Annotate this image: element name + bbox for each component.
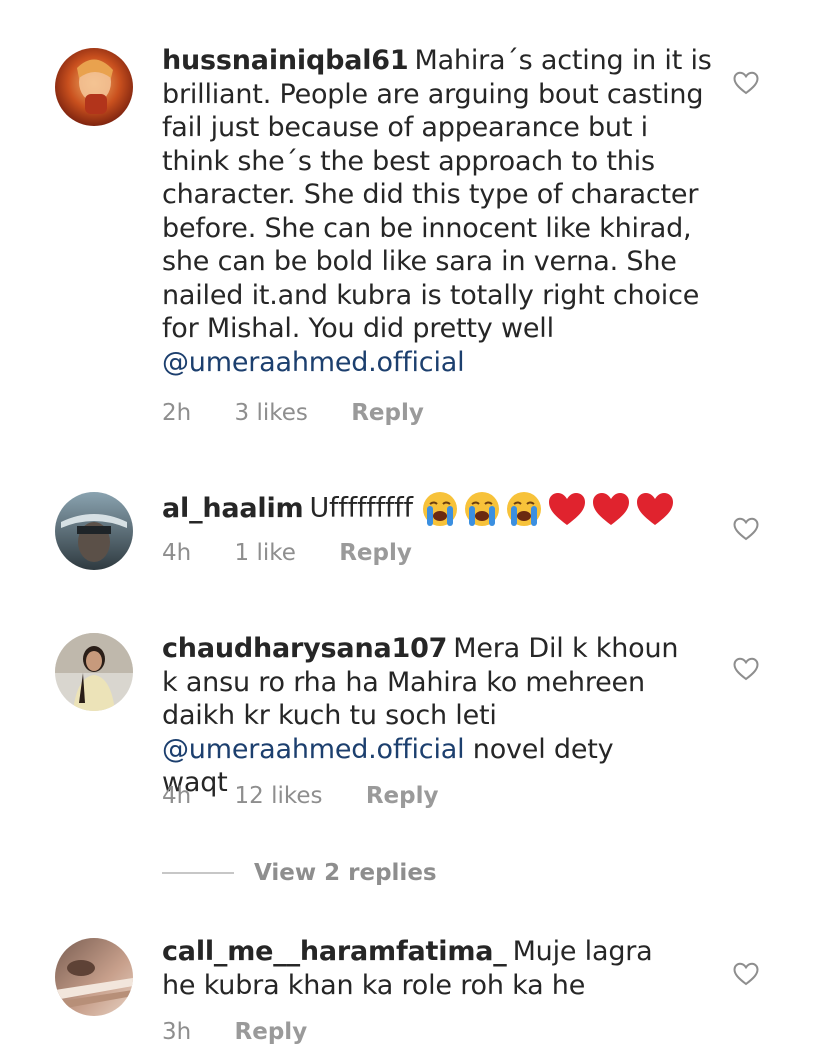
- comment-likes[interactable]: 3 likes: [235, 400, 308, 426]
- comment-text: chaudharysana107 Mera Dil k khoun k ansu …: [162, 632, 682, 800]
- comment-text: hussnainiqbal61 Mahira´s acting in it is …: [162, 44, 722, 379]
- view-replies-button[interactable]: View 2 replies: [162, 858, 437, 888]
- loudly-crying-face-icon: [423, 492, 458, 526]
- heart-outline-icon[interactable]: [733, 962, 759, 986]
- reply-button[interactable]: Reply: [351, 400, 424, 426]
- comment-body: Ufffffffff: [309, 492, 413, 524]
- loudly-crying-face-icon: [465, 492, 500, 526]
- comment-likes[interactable]: 1 like: [235, 540, 296, 566]
- comment-body: Mahira´s acting in it is brilliant. Peop…: [162, 45, 712, 344]
- comment-text: al_haalim Ufffffffff: [162, 490, 742, 528]
- view-replies-label[interactable]: View 2 replies: [254, 860, 437, 886]
- red-heart-icon: [593, 493, 630, 525]
- view-replies-divider: [162, 872, 234, 874]
- mention-link[interactable]: @umeraahmed.official: [162, 347, 465, 378]
- comment-meta: 4h 12 likes Reply: [162, 783, 475, 809]
- red-heart-icon: [637, 493, 674, 525]
- heart-outline-icon[interactable]: [733, 517, 759, 541]
- comment-text: call_me__haramfatima_ Muje lagra he kubra…: [162, 935, 682, 1002]
- comment-time: 2h: [162, 400, 192, 426]
- comment-meta: 2h 3 likes Reply: [162, 400, 460, 426]
- heart-outline-icon[interactable]: [733, 657, 759, 681]
- avatar[interactable]: [55, 633, 133, 711]
- reply-button[interactable]: Reply: [235, 1019, 308, 1045]
- reply-button[interactable]: Reply: [366, 783, 439, 809]
- comment-username[interactable]: call_me__haramfatima_: [162, 936, 507, 967]
- comment-time: 4h: [162, 783, 192, 809]
- heart-outline-icon[interactable]: [733, 71, 759, 95]
- emoji-row: [421, 492, 679, 526]
- reply-button[interactable]: Reply: [339, 540, 412, 566]
- comment-meta: 3h Reply: [162, 1019, 343, 1045]
- avatar[interactable]: [55, 48, 133, 126]
- comment-time: 4h: [162, 540, 192, 566]
- comment-likes[interactable]: 12 likes: [235, 783, 323, 809]
- comment-time: 3h: [162, 1019, 192, 1045]
- red-heart-icon: [549, 493, 586, 525]
- comment-username[interactable]: chaudharysana107: [162, 633, 447, 664]
- comment-username[interactable]: hussnainiqbal61: [162, 45, 409, 76]
- mention-link[interactable]: @umeraahmed.official: [162, 734, 465, 765]
- comment-username[interactable]: al_haalim: [162, 493, 304, 524]
- comment-meta: 4h 1 like Reply: [162, 540, 448, 566]
- avatar[interactable]: [55, 492, 133, 570]
- avatar[interactable]: [55, 938, 133, 1016]
- loudly-crying-face-icon: [507, 492, 542, 526]
